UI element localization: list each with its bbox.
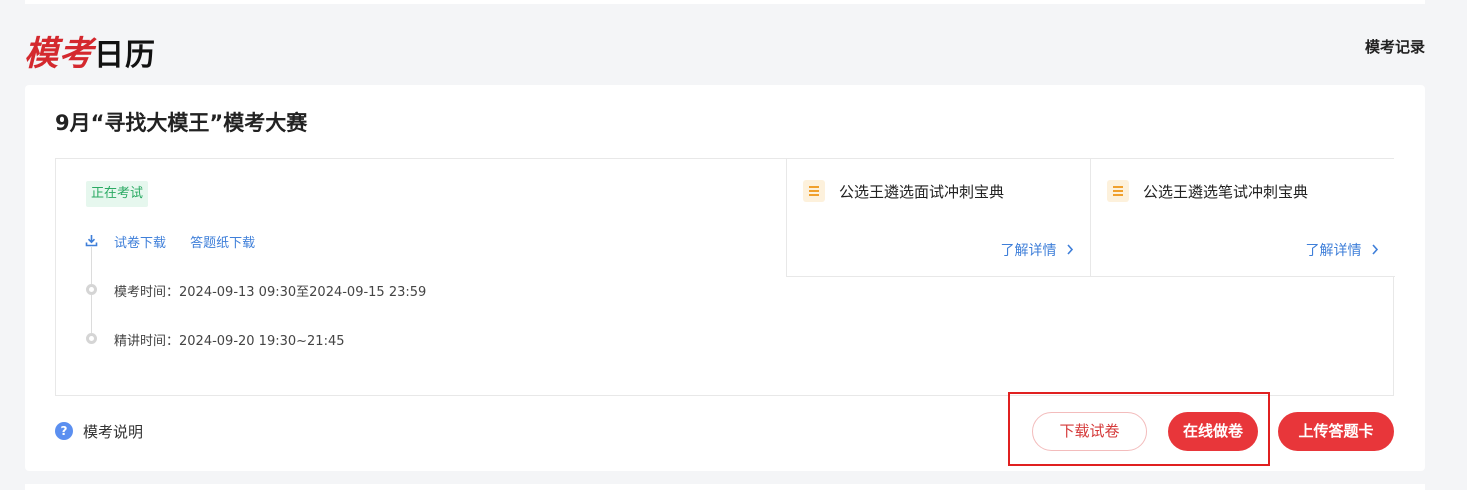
next-card-strip: [25, 484, 1425, 490]
exam-title: 9月“寻找大模王”模考大赛: [55, 111, 308, 135]
header: 模考 日历 模考记录: [0, 4, 1467, 85]
logo-red-text: 模考: [24, 34, 94, 74]
lecture-time: 精讲时间：2024-09-20 19:30~21:45: [114, 334, 345, 349]
exam-records-link[interactable]: 模考记录: [1365, 36, 1425, 57]
download-links: 试卷下载 答题纸下载: [114, 232, 275, 251]
upload-answer-card-button[interactable]: 上传答题卡: [1278, 412, 1394, 451]
promo-title: 公选王遴选笔试冲刺宝典: [1143, 183, 1309, 201]
promo-card-interview[interactable]: 公选王遴选面试冲刺宝典 了解详情: [786, 159, 1090, 277]
promo-more-link[interactable]: 了解详情: [1306, 240, 1379, 260]
chevron-right-icon: [1067, 244, 1074, 255]
timeline-dot: [86, 284, 97, 295]
logo[interactable]: 模考 日历: [24, 26, 156, 75]
exam-time: 模考时间：2024-09-13 09:30至2024-09-15 23:59: [114, 285, 427, 300]
download-icon: [85, 235, 98, 247]
timeline-dot: [86, 333, 97, 344]
download-paper-link[interactable]: 试卷下载: [114, 236, 166, 251]
logo-black-text: 日历: [94, 38, 156, 73]
promo-title: 公选王遴选面试冲刺宝典: [839, 183, 1005, 201]
document-icon: [803, 180, 825, 202]
download-answer-sheet-link[interactable]: 答题纸下载: [190, 236, 255, 251]
highlight-box: [1008, 392, 1270, 466]
timeline-line: [91, 247, 92, 343]
chevron-right-icon: [1372, 244, 1379, 255]
exam-detail-box: 正在考试 试卷下载 答题纸下载 模考时间：2024-09-13 09:30至20…: [55, 158, 1395, 396]
promo-card-written[interactable]: 公选王遴选笔试冲刺宝典 了解详情: [1090, 159, 1395, 277]
status-badge: 正在考试: [86, 181, 149, 207]
promo-more-link[interactable]: 了解详情: [1001, 240, 1074, 260]
help-icon[interactable]: ?: [55, 422, 73, 440]
document-icon: [1107, 180, 1129, 202]
exam-instructions-link[interactable]: 模考说明: [83, 421, 143, 442]
